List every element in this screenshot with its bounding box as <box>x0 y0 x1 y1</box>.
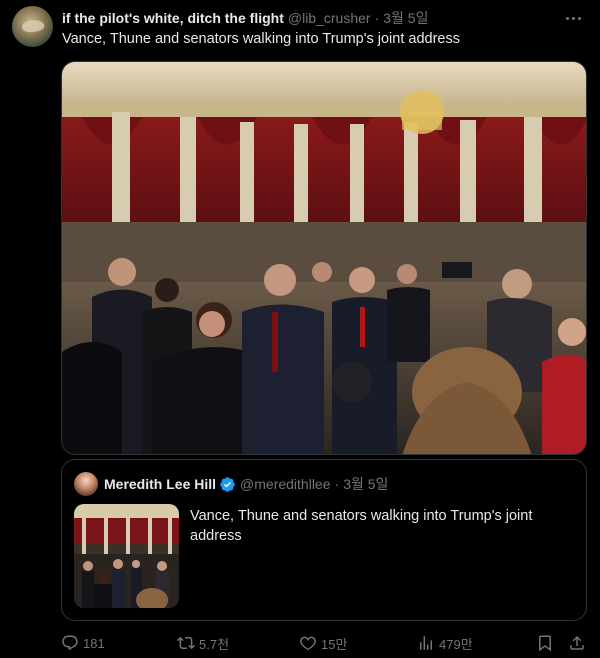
bookmark-icon <box>539 635 551 652</box>
quoted-display-name[interactable]: Meredith Lee Hill <box>104 476 216 492</box>
quoted-tweet-text: Vance, Thune and senators walking into T… <box>190 508 533 544</box>
reply-count: 181 <box>83 635 105 651</box>
retweet-count: 5.7천 <box>199 636 230 652</box>
tweet-header: if the pilot's white, ditch the flight @… <box>62 8 584 28</box>
verified-icon <box>220 476 235 492</box>
retweet-button[interactable]: 5.7천 <box>177 633 229 653</box>
like-count: 15만 <box>321 636 348 652</box>
like-icon <box>300 636 316 651</box>
bookmark-button[interactable] <box>536 633 558 653</box>
quoted-handle[interactable]: @meredithllee <box>240 476 330 492</box>
like-button[interactable]: 15만 <box>299 633 347 653</box>
quoted-tweet[interactable]: Meredith Lee Hill @meredithllee · 3월 5일 <box>61 459 587 621</box>
header-separator: · <box>374 10 380 26</box>
retweet-icon <box>177 636 195 650</box>
share-icon <box>570 635 584 650</box>
quoted-separator: · <box>334 476 340 492</box>
quoted-header: Meredith Lee Hill @meredithllee · 3월 5일 <box>104 474 388 494</box>
author-display-name[interactable]: if the pilot's white, ditch the flight <box>62 10 284 26</box>
tweet-photo[interactable] <box>61 61 587 455</box>
quoted-photo-thumbnail[interactable] <box>74 504 179 608</box>
tweet-date[interactable]: 3월 5일 <box>383 8 428 28</box>
views-count: 479만 <box>439 636 473 652</box>
views-icon <box>420 636 432 650</box>
reply-icon <box>62 635 78 651</box>
tweet-text: Vance, Thune and senators walking into T… <box>62 31 460 47</box>
more-icon[interactable] <box>562 8 584 28</box>
action-bar: 181 5.7천 15만 479만 <box>61 633 589 653</box>
author-avatar[interactable] <box>12 6 53 47</box>
share-button[interactable] <box>568 633 590 653</box>
views-button[interactable]: 479만 <box>417 633 473 653</box>
author-handle[interactable]: @lib_crusher <box>288 10 371 26</box>
quoted-date[interactable]: 3월 5일 <box>343 474 388 494</box>
reply-button[interactable]: 181 <box>61 633 105 653</box>
quoted-author-avatar[interactable] <box>74 472 98 496</box>
